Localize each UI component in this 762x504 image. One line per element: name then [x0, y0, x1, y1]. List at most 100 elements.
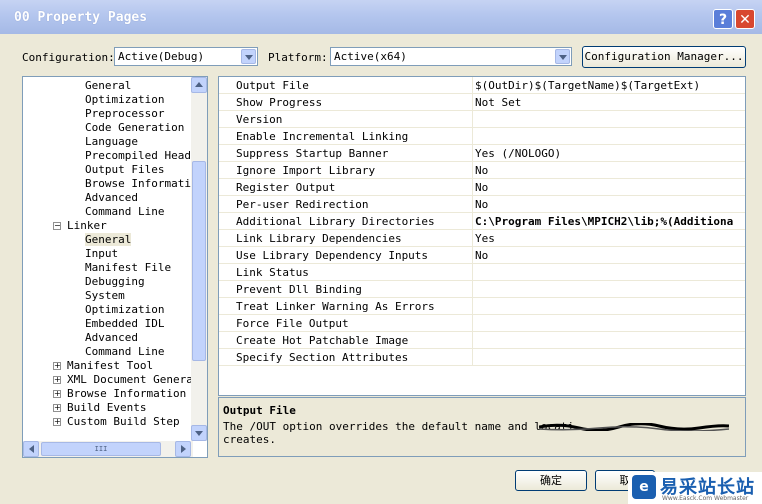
tree-item[interactable]: Command Line	[85, 205, 164, 219]
property-value[interactable]: Yes	[475, 232, 495, 245]
property-name: Enable Incremental Linking	[236, 130, 409, 143]
platform-dropdown[interactable]: Active(x64)	[330, 47, 572, 66]
tree-item[interactable]: General	[85, 79, 131, 93]
chevron-down-icon[interactable]	[241, 49, 256, 64]
tree-item-label: General	[85, 79, 132, 92]
property-name: Link Status	[236, 266, 309, 279]
tree-item[interactable]: Language	[85, 135, 138, 149]
property-row[interactable]: Force File Output	[219, 315, 745, 332]
tree-item-label: Linker	[67, 219, 107, 232]
tree-item[interactable]: Output Files	[85, 163, 164, 177]
scroll-thumb[interactable]	[192, 161, 206, 361]
collapse-icon[interactable]: −	[53, 222, 61, 230]
property-value[interactable]: No	[475, 181, 488, 194]
property-value[interactable]: C:\Program Files\MPICH2\lib;%(Additiona	[475, 215, 733, 228]
tree-item[interactable]: Browse Information	[67, 387, 186, 401]
property-value[interactable]: Yes (/NOLOGO)	[475, 147, 561, 160]
tree-item[interactable]: System	[85, 289, 125, 303]
property-name: Per-user Redirection	[236, 198, 369, 211]
column-divider	[472, 281, 473, 298]
property-value[interactable]: No	[475, 198, 488, 211]
tree-item-label: XML Document Generat	[67, 373, 200, 386]
scroll-right-button[interactable]	[175, 441, 191, 457]
tree-vertical-scrollbar[interactable]	[191, 77, 207, 441]
title-bar[interactable]: 00 Property Pages ? ✕	[0, 0, 762, 34]
watermark-subtext: Www.Easck.Com Webmaster	[662, 495, 749, 502]
property-row[interactable]: Prevent Dll Binding	[219, 281, 745, 298]
tree-item-label: Manifest Tool	[67, 359, 154, 372]
tree-item[interactable]: Manifest File	[85, 261, 171, 275]
property-row[interactable]: Additional Library Directories C:\Program…	[219, 213, 745, 230]
property-tree[interactable]: General Optimization Preprocessor Code Gene…	[22, 76, 208, 458]
property-row[interactable]: Link Status	[219, 264, 745, 281]
tree-item[interactable]: Custom Build Step	[67, 415, 180, 429]
tree-item[interactable]: Linker	[67, 219, 107, 233]
tree-horizontal-scrollbar[interactable]: III	[23, 441, 193, 457]
tree-item[interactable]: Browse Informatio	[85, 177, 198, 191]
configuration-label: Configuration:	[22, 51, 115, 64]
tree-item[interactable]: Embedded IDL	[85, 317, 164, 331]
property-row[interactable]: Suppress Startup Banner Yes (/NOLOGO)	[219, 145, 745, 162]
tree-item[interactable]: Code Generation	[85, 121, 184, 135]
column-divider	[472, 349, 473, 366]
tree-item-label: Advanced	[85, 331, 138, 344]
help-button[interactable]: ?	[713, 9, 733, 29]
tree-item[interactable]: Input	[85, 247, 118, 261]
property-row[interactable]: Enable Incremental Linking	[219, 128, 745, 145]
property-row[interactable]: Link Library Dependencies Yes	[219, 230, 745, 247]
configuration-dropdown[interactable]: Active(Debug)	[114, 47, 258, 66]
column-divider	[472, 213, 473, 230]
property-value[interactable]: Not Set	[475, 96, 521, 109]
tree-item-label: Optimization	[85, 93, 165, 106]
column-divider	[472, 145, 473, 162]
expand-icon[interactable]: +	[53, 404, 61, 412]
tree-item[interactable]: Debugging	[85, 275, 145, 289]
hscroll-thumb[interactable]: III	[41, 442, 161, 456]
tree-item[interactable]: Build Events	[67, 401, 146, 415]
scroll-down-button[interactable]	[191, 425, 207, 441]
configuration-row: Configuration: Active(Debug) Platform: A…	[0, 46, 762, 70]
property-row[interactable]: Output File $(OutDir)$(TargetName)$(Targe…	[219, 77, 745, 94]
tree-item[interactable]: Manifest Tool	[67, 359, 153, 373]
tree-item[interactable]: Advanced	[85, 331, 138, 345]
property-row[interactable]: Per-user Redirection No	[219, 196, 745, 213]
property-row[interactable]: Ignore Import Library No	[219, 162, 745, 179]
close-button[interactable]: ✕	[735, 9, 755, 29]
tree-item[interactable]: Optimization	[85, 93, 164, 107]
property-row[interactable]: Register Output No	[219, 179, 745, 196]
ok-button[interactable]: 确定	[515, 470, 587, 491]
tree-item[interactable]: General	[85, 233, 132, 247]
tree-item-label: Advanced	[85, 191, 138, 204]
tree-item[interactable]: Preprocessor	[85, 107, 164, 121]
property-value[interactable]: No	[475, 164, 488, 177]
property-row[interactable]: Version	[219, 111, 745, 128]
scroll-up-button[interactable]	[191, 77, 207, 93]
expand-icon[interactable]: +	[53, 390, 61, 398]
expand-icon[interactable]: +	[53, 418, 61, 426]
configuration-value: Active(Debug)	[118, 50, 205, 63]
property-row[interactable]: Treat Linker Warning As Errors	[219, 298, 745, 315]
configuration-manager-button[interactable]: Configuration Manager...	[582, 46, 746, 68]
tree-item[interactable]: Advanced	[85, 191, 138, 205]
property-grid[interactable]: Output File $(OutDir)$(TargetName)$(Targe…	[218, 76, 746, 396]
property-value[interactable]: No	[475, 249, 488, 262]
tree-item[interactable]: Command Line	[85, 345, 164, 359]
property-name: Link Library Dependencies	[236, 232, 402, 245]
expand-icon[interactable]: +	[53, 362, 61, 370]
property-value[interactable]: $(OutDir)$(TargetName)$(TargetExt)	[475, 79, 700, 92]
property-name: Ignore Import Library	[236, 164, 376, 177]
property-row[interactable]: Create Hot Patchable Image	[219, 332, 745, 349]
property-row[interactable]: Specify Section Attributes	[219, 349, 745, 366]
tree-item-label: Manifest File	[85, 261, 172, 274]
property-row[interactable]: Use Library Dependency Inputs No	[219, 247, 745, 264]
tree-item[interactable]: Precompiled Heade	[85, 149, 198, 163]
tree-item-label: Browse Information	[67, 387, 187, 400]
property-row[interactable]: Show Progress Not Set	[219, 94, 745, 111]
tree-item[interactable]: Optimization	[85, 303, 164, 317]
tree-item[interactable]: XML Document Generat	[67, 373, 199, 387]
column-divider	[472, 230, 473, 247]
expand-icon[interactable]: +	[53, 376, 61, 384]
scroll-left-button[interactable]	[23, 441, 39, 457]
chevron-down-icon[interactable]	[555, 49, 570, 64]
tree-item-label: Precompiled Heade	[85, 149, 198, 162]
